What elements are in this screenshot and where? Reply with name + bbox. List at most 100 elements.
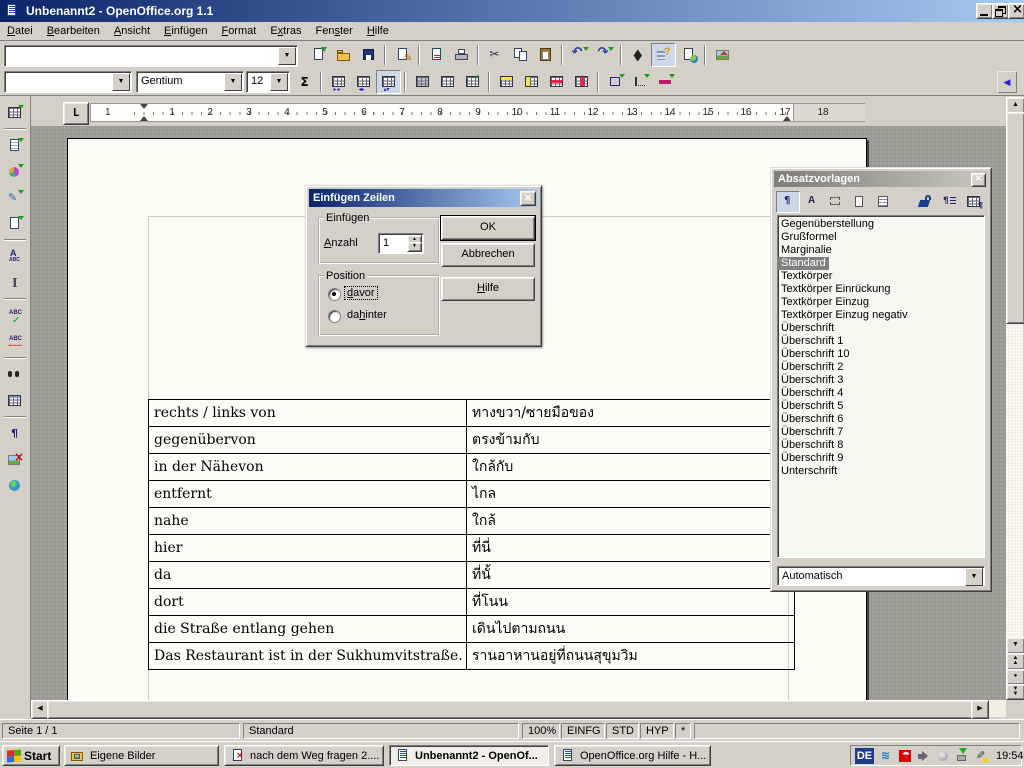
- anzahl-spinbox[interactable]: 1 ▲ ▼: [378, 233, 424, 254]
- style-list-item[interactable]: Unterschrift: [778, 465, 984, 478]
- status-zoom[interactable]: 100%: [522, 723, 560, 739]
- navigation-icon[interactable]: ●: [1006, 669, 1024, 685]
- volume-icon[interactable]: [916, 748, 934, 764]
- font-size-combobox[interactable]: 12 ▼: [246, 71, 290, 93]
- horizontal-scroll-thumb[interactable]: [47, 700, 974, 719]
- menu-item[interactable]: Einfügen: [157, 23, 214, 39]
- paragraph-style-combobox[interactable]: ▼: [4, 71, 132, 93]
- status-page[interactable]: Seite 1 / 1: [2, 723, 240, 739]
- stylist-close-icon[interactable]: ×: [971, 173, 986, 187]
- toolbar-back-arrow-button[interactable]: ◀: [996, 70, 1018, 94]
- table-cell-thai[interactable]: ที่โนน: [467, 589, 795, 616]
- updater-icon[interactable]: [954, 748, 972, 764]
- tab-stop-selector[interactable]: L: [63, 102, 89, 125]
- status-page-style[interactable]: Standard: [243, 723, 519, 739]
- table-cell-thai[interactable]: ที่นี่: [467, 535, 795, 562]
- taskbar-task-button[interactable]: Eigene Bilder: [64, 745, 219, 766]
- radio-before[interactable]: [328, 288, 341, 301]
- table-cell-german[interactable]: nahe: [149, 508, 467, 535]
- style-list-item[interactable]: Standard: [778, 257, 829, 270]
- menu-item[interactable]: Fenster: [309, 23, 360, 39]
- table-cell-thai[interactable]: ใกล้: [467, 508, 795, 535]
- url-dropdown-icon[interactable]: ▼: [278, 47, 296, 65]
- font-name-combobox[interactable]: Gentium ▼: [136, 71, 244, 93]
- style-list-item[interactable]: Überschrift 2: [778, 361, 984, 374]
- radio-before-label[interactable]: davor: [345, 287, 377, 299]
- style-list-item[interactable]: Überschrift 5: [778, 400, 984, 413]
- style-list-item[interactable]: Marginalie: [778, 244, 984, 257]
- table-cell-german[interactable]: die Straße entlang gehen: [149, 616, 467, 643]
- size-dropdown-icon[interactable]: ▼: [270, 73, 288, 91]
- style-list-item[interactable]: Gegenüberstellung: [778, 218, 984, 231]
- table-cell-thai[interactable]: ใกล้กับ: [467, 454, 795, 481]
- table-cell-german[interactable]: dort: [149, 589, 467, 616]
- status-selection-mode[interactable]: STD: [606, 723, 639, 739]
- table-cell-thai[interactable]: เดินไปตามถนน: [467, 616, 795, 643]
- style-list-item[interactable]: Textkörper Einrückung: [778, 283, 984, 296]
- taskbar-task-button[interactable]: Unbenannt2 - OpenOf...: [389, 745, 549, 766]
- style-list-item[interactable]: Überschrift: [778, 322, 984, 335]
- scroll-down-icon[interactable]: ▼: [1006, 637, 1024, 654]
- taskbar-task-button[interactable]: nach dem Weg fragen 2....: [224, 745, 384, 766]
- dialer-icon[interactable]: [935, 748, 953, 764]
- scroll-right-icon[interactable]: ▶: [971, 700, 989, 719]
- menu-item[interactable]: Format: [214, 23, 263, 39]
- dialog-close-icon[interactable]: ×: [520, 191, 536, 206]
- table-cell-thai[interactable]: ตรงข้ามกับ: [467, 427, 795, 454]
- table-cell-german[interactable]: in der Nähevon: [149, 454, 467, 481]
- font-dropdown-icon[interactable]: ▼: [224, 73, 242, 91]
- style-list-item[interactable]: Überschrift 3: [778, 374, 984, 387]
- writer-app-icon[interactable]: [3, 3, 21, 19]
- table-cell-german[interactable]: hier: [149, 535, 467, 562]
- style-list-item[interactable]: Überschrift 10: [778, 348, 984, 361]
- menu-item[interactable]: Bearbeiten: [40, 23, 107, 39]
- status-hyperlink-mode[interactable]: HYP: [640, 723, 674, 739]
- horizontal-ruler[interactable]: 1 123456789101112131415161718: [90, 103, 865, 122]
- horizontal-scrollbar[interactable]: ◀ ▶: [31, 700, 1006, 717]
- antivirus-icon[interactable]: [897, 748, 915, 764]
- menu-item[interactable]: Ansicht: [107, 23, 157, 39]
- style-list-item[interactable]: Überschrift 7: [778, 426, 984, 439]
- stylist-title-bar[interactable]: Absatzvorlagen ×: [774, 171, 988, 187]
- radio-after-label[interactable]: dahinter: [345, 309, 389, 321]
- tablet-icon[interactable]: [973, 748, 991, 764]
- vertical-scroll-thumb[interactable]: [1006, 112, 1024, 324]
- style-dropdown-icon[interactable]: ▼: [112, 73, 130, 91]
- style-list-item[interactable]: Überschrift 8: [778, 439, 984, 452]
- table-cell-german[interactable]: entfernt: [149, 481, 467, 508]
- spin-down-icon[interactable]: ▼: [407, 242, 422, 252]
- style-list-item[interactable]: Überschrift 1: [778, 335, 984, 348]
- style-list-item[interactable]: Textkörper Einzug: [778, 296, 984, 309]
- vertical-scrollbar[interactable]: ▲ ▼ ●: [1006, 97, 1023, 698]
- style-list-item[interactable]: Überschrift 4: [778, 387, 984, 400]
- quickstarter-icon[interactable]: [878, 748, 896, 764]
- table-cell-german[interactable]: Das Restaurant ist in der Sukhumvitstraß…: [149, 643, 467, 670]
- table-cell-german[interactable]: rechts / links von: [149, 400, 467, 427]
- status-insert-mode[interactable]: EINFG: [561, 723, 605, 739]
- language-indicator[interactable]: DE: [855, 748, 874, 764]
- url-combobox[interactable]: ▼: [4, 45, 298, 67]
- radio-after[interactable]: [328, 310, 341, 323]
- help-button[interactable]: Hilfe: [441, 277, 535, 301]
- table-cell-thai[interactable]: รานอาหานอยู่ที่ถนนสุขุมวิม: [467, 643, 795, 670]
- style-list-item[interactable]: Überschrift 6: [778, 413, 984, 426]
- next-page-icon[interactable]: [1006, 684, 1024, 700]
- restore-button[interactable]: [992, 3, 1009, 19]
- ok-button[interactable]: OK: [441, 216, 535, 240]
- taskbar-task-button[interactable]: OpenOffice.org Hilfe - H...: [554, 745, 711, 766]
- style-filter-combobox[interactable]: Automatisch ▼: [777, 566, 985, 586]
- previous-page-icon[interactable]: [1006, 653, 1024, 670]
- cancel-button[interactable]: Abbrechen: [441, 243, 535, 267]
- filter-dropdown-icon[interactable]: ▼: [965, 568, 983, 586]
- table-cell-thai[interactable]: ทางขวา/ซายมือของ: [467, 400, 795, 427]
- minimize-button[interactable]: [976, 3, 993, 19]
- menu-item[interactable]: Extras: [263, 23, 308, 39]
- table-cell-german[interactable]: da: [149, 562, 467, 589]
- close-button[interactable]: [1008, 3, 1024, 19]
- start-button[interactable]: Start: [2, 745, 60, 766]
- table-cell-thai[interactable]: ที่นั้: [467, 562, 795, 589]
- style-list-item[interactable]: Überschrift 9: [778, 452, 984, 465]
- menu-item[interactable]: Datei: [0, 23, 40, 39]
- style-list-item[interactable]: Textkörper Einzug negativ: [778, 309, 984, 322]
- style-list-item[interactable]: Textkörper: [778, 270, 984, 283]
